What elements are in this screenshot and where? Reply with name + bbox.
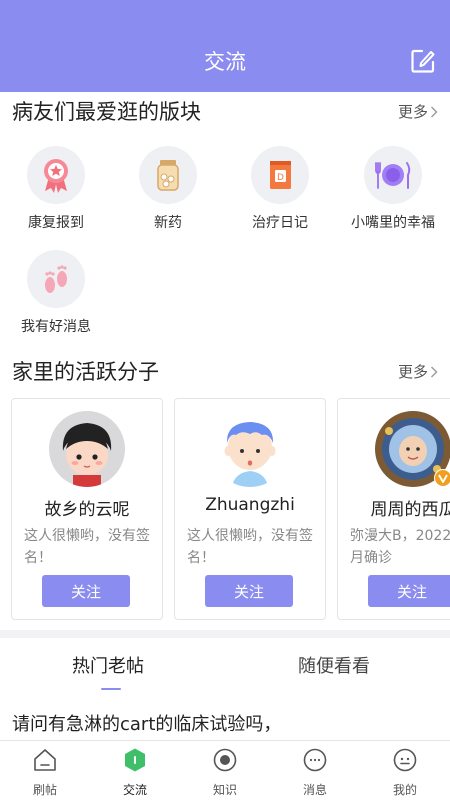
member-card[interactable]: 周周的西瓜 弥漫大B，2022年5月确诊 关注 [337,398,450,620]
nav-item-messages[interactable]: 消息 [270,747,360,798]
members-section-title: 家里的活跃分子 [12,360,159,384]
profile-icon [393,748,417,772]
nav-label: 交流 [122,783,147,797]
member-name: Zhuangzhi [205,495,295,515]
diary-icon: D [270,161,291,189]
chevron-right-icon [431,366,438,377]
post-tabs: 热门老帖 随便看看 [0,638,450,694]
top-bar: 交流 [0,0,450,92]
nav-item-feed[interactable]: 刷帖 [0,747,90,798]
nav-item-community[interactable]: 交流 [90,747,180,798]
footprints-icon [45,265,67,293]
nav-item-knowledge[interactable]: 知识 [180,747,270,798]
board-icon-circle [139,146,197,204]
pill-jar-icon [157,160,179,191]
member-signature: 弥漫大B，2022年5月确诊 [350,528,450,566]
board-label: 小嘴里的幸福 [351,215,435,231]
boards-more-label: 更多 [397,103,428,121]
avatar[interactable] [49,411,125,487]
message-icon [303,748,327,772]
member-name: 周周的西瓜 [370,500,450,520]
compose-icon[interactable] [410,48,436,74]
member-card[interactable]: 故乡的云呢 这人很懒哟，没有签名！ 关注 [11,398,163,620]
board-label: 康复报到 [28,215,84,231]
board-icon-circle: D [251,146,309,204]
board-icon-circle [27,250,85,308]
nav-label: 我的 [392,783,417,797]
member-name: 故乡的云呢 [44,500,130,520]
members-more-link[interactable]: 更多 [398,361,438,382]
plate-cutlery-icon [375,162,411,189]
board-icon-circle [364,146,422,204]
nav-item-profile[interactable]: 我的 [360,747,450,798]
board-item-good-news[interactable]: 我有好消息 [6,250,106,336]
svg-text:D: D [277,173,284,183]
avatar[interactable] [212,411,288,487]
members-section-header: 家里的活跃分子 更多 [12,357,438,387]
board-item-diary[interactable]: D 治疗日记 [230,146,330,232]
board-icon-circle [27,146,85,204]
member-signature: 这人很懒哟，没有签名！ [187,528,313,566]
active-tab-indicator [101,688,121,690]
page-title: 交流 [204,50,246,74]
board-label: 新药 [154,215,182,231]
home-icon [34,749,56,771]
knowledge-icon [213,748,237,772]
board-label: 治疗日记 [252,215,308,231]
board-item-recovery[interactable]: 康复报到 [6,146,106,232]
bottom-nav: 刷帖 交流 知识 消息 我的 [0,740,450,800]
badge-ribbon-icon [44,159,68,193]
nav-label: 刷帖 [32,783,57,797]
member-signature: 这人很懒哟，没有签名！ [24,528,150,566]
nav-label: 消息 [302,783,327,797]
member-card[interactable]: Zhuangzhi 这人很懒哟，没有签名！ 关注 [174,398,326,620]
boards-section-title: 病友们最爱逛的版块 [12,100,201,124]
follow-button[interactable]: 关注 [368,575,450,607]
boards-section-header: 病友们最爱逛的版块 更多 [12,97,438,127]
boards-more-link[interactable]: 更多 [398,101,438,122]
tab-browse[interactable]: 随便看看 [298,652,370,678]
member-carousel[interactable]: 故乡的云呢 这人很懒哟，没有签名！ 关注 Zhuangzhi 这人很懒哟，没有签… [0,398,450,622]
follow-button[interactable]: 关注 [42,575,130,607]
board-item-new-drug[interactable]: 新药 [118,146,218,232]
chevron-right-icon [431,106,438,117]
board-label: 我有好消息 [21,319,91,335]
post-title[interactable]: 请问有急淋的cart的临床试验吗， [12,710,281,736]
verified-badge-icon [434,469,450,487]
board-item-food[interactable]: 小嘴里的幸福 [343,146,443,232]
nav-label: 知识 [212,783,237,797]
tab-hot-posts[interactable]: 热门老帖 [72,652,144,678]
follow-button[interactable]: 关注 [205,575,293,607]
members-more-label: 更多 [397,363,428,381]
hexagon-icon [125,748,145,772]
section-divider [0,630,450,638]
